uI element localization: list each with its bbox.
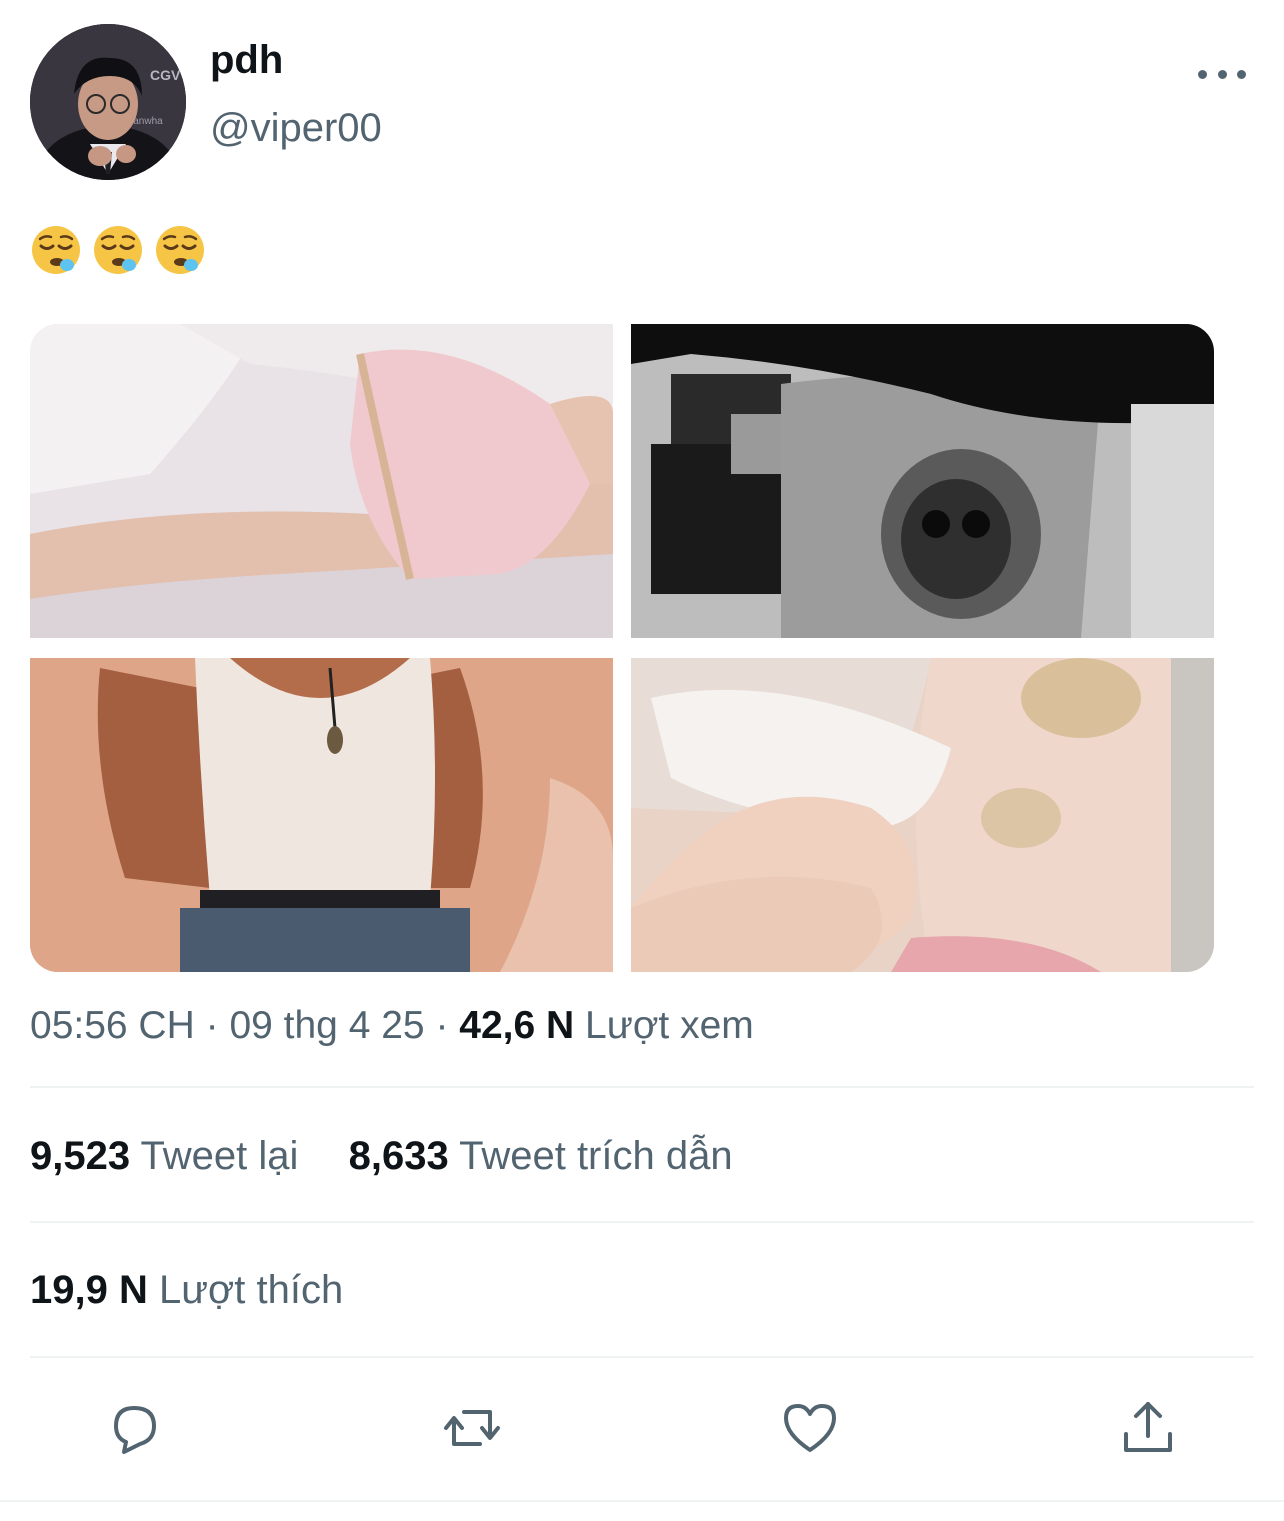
tweet-text <box>30 224 206 276</box>
like-icon[interactable] <box>778 1396 842 1460</box>
photo-image <box>30 658 613 972</box>
dot <box>1198 69 1207 79</box>
retweets-stat[interactable]: 9,523 Tweet lại <box>30 1134 309 1178</box>
media-photo-4[interactable] <box>631 658 1214 972</box>
tweet-header: CGV Hanwha pdh @viper00 <box>30 24 1254 180</box>
photo-image <box>631 324 1214 638</box>
tweet-time[interactable]: 05:56 CH <box>30 1004 195 1047</box>
media-grid <box>30 324 1214 972</box>
tweet-date[interactable]: 09 thg 4 25 <box>229 1004 424 1047</box>
views-count: 42,6 N <box>459 1004 575 1047</box>
divider <box>30 1356 1254 1358</box>
reply-icon[interactable] <box>102 1396 166 1460</box>
quotes-stat[interactable]: 8,633 Tweet trích dẫn <box>349 1134 733 1178</box>
more-options-icon[interactable] <box>1198 60 1246 88</box>
separator: · <box>435 1004 460 1047</box>
sleepy-face-icon <box>94 226 142 274</box>
likes-stat[interactable]: 19,9 N Lượt thích <box>30 1268 343 1312</box>
display-name[interactable]: pdh <box>210 38 283 83</box>
retweet-icon[interactable] <box>440 1396 504 1460</box>
media-photo-2[interactable] <box>631 324 1214 638</box>
sleepy-face-icon <box>156 226 204 274</box>
reply-icon-svg <box>114 1406 156 1454</box>
media-photo-3[interactable] <box>30 658 613 972</box>
share-icon[interactable] <box>1116 1396 1180 1460</box>
bottom-divider <box>0 1500 1284 1502</box>
quotes-count: 8,633 <box>348 1134 449 1178</box>
engagement-row: 9,523 Tweet lại 8,633 Tweet trích dẫn <box>30 1134 733 1179</box>
user-handle[interactable]: @viper00 <box>210 106 382 151</box>
dot <box>1237 69 1246 79</box>
retweets-count: 9,523 <box>30 1134 131 1178</box>
heart-icon <box>784 1404 836 1452</box>
media-photo-1[interactable] <box>30 324 613 638</box>
share-icon-svg <box>1124 1402 1172 1452</box>
likes-count: 19,9 N <box>30 1268 148 1312</box>
dot <box>1217 69 1227 79</box>
likes-label: Lượt thích <box>158 1268 344 1312</box>
separator: · <box>205 1004 230 1047</box>
tweet-meta: 05:56 CH · 09 thg 4 25 · 42,6 N Lượt xem <box>30 1004 754 1048</box>
retweets-label: Tweet lại <box>140 1134 299 1178</box>
photo-image <box>631 658 1214 972</box>
action-bar <box>30 1396 1254 1466</box>
quotes-label: Tweet trích dẫn <box>459 1134 733 1178</box>
divider <box>30 1221 1254 1223</box>
sleepy-face-icon <box>32 226 80 274</box>
likes-row: 19,9 N Lượt thích <box>30 1268 343 1313</box>
photo-image <box>30 324 613 638</box>
retweet-icon-svg <box>444 1410 500 1446</box>
avatar[interactable]: CGV Hanwha <box>30 24 186 180</box>
avatar-image: CGV Hanwha <box>30 24 186 180</box>
views-label: Lượt xem <box>585 1004 754 1047</box>
svg-text:CGV: CGV <box>150 67 181 83</box>
divider <box>30 1086 1254 1088</box>
